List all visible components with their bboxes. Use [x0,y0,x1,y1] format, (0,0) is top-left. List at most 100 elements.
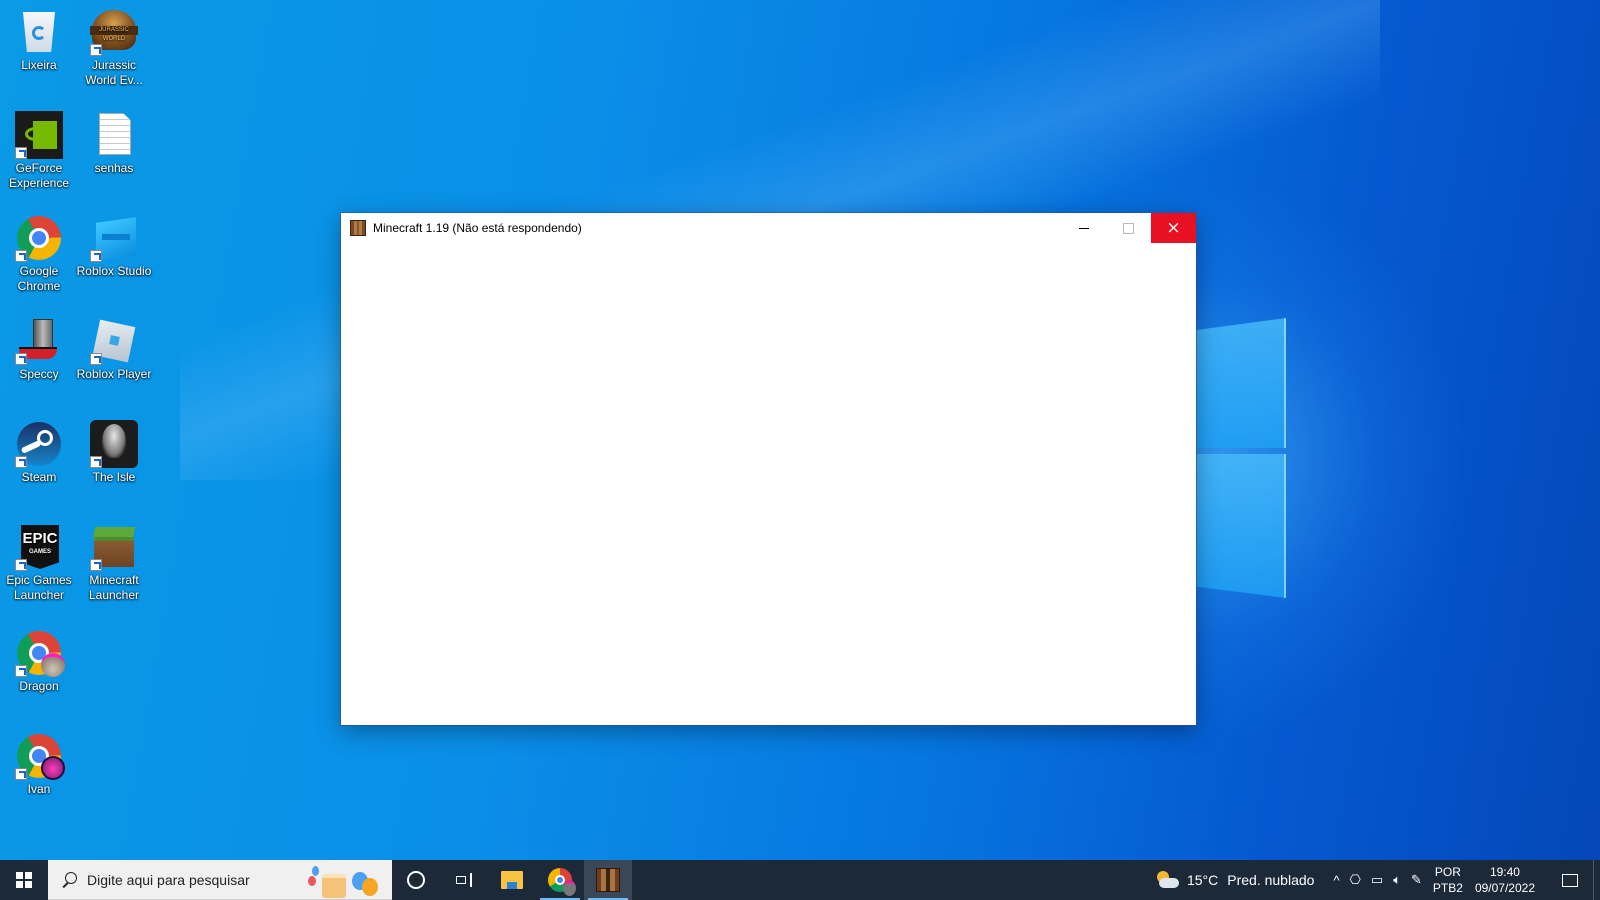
shortcut-arrow-icon [90,559,102,571]
desktop-icon-label: GeForce Experience [8,161,70,190]
desktop-icon-label: Ivan [27,782,51,796]
desktop-icon-label: Steam [21,470,57,484]
desktop-icon-minecraft-launcher[interactable]: Minecraft Launcher [75,519,153,603]
roblox-player-icon [90,317,138,365]
volume-icon[interactable]: 🔈︎ [1393,872,1401,888]
search-box[interactable]: Digite aqui para pesquisar [48,860,392,900]
meet-now-icon[interactable]: ⎔ [1350,872,1361,888]
taskbar-file-explorer[interactable] [488,860,536,900]
desktop-icon-label: Jurassic World Ev... [85,58,143,87]
search-highlight-doodle-icon[interactable] [308,866,384,898]
shortcut-arrow-icon [90,456,102,468]
minecraft-icon [350,220,366,236]
desktop-icon-the-isle[interactable]: The Isle [75,416,153,485]
desktop-icon-ivan[interactable]: Ivan [0,728,78,797]
desktop-icon-label: Roblox Player [76,367,152,381]
desktop-icon-dragon[interactable]: Dragon [0,625,78,694]
chevron-up-icon[interactable]: ^ [1333,873,1339,888]
window-title: Minecraft 1.19 (Não está respondendo) [373,221,582,235]
notification-center-button[interactable] [1547,860,1593,900]
shortcut-arrow-icon [90,353,102,365]
desktop-icon-senhas[interactable]: senhas [75,107,153,176]
file-explorer-icon [501,871,523,889]
task-view-icon [456,873,472,887]
desktop-icon-label: Roblox Studio [76,264,152,278]
steam-icon [15,420,63,468]
shortcut-arrow-icon [15,768,27,780]
task-view-button[interactable] [440,860,488,900]
roblox-studio-icon [90,214,138,262]
jurassic-world-icon: JURASSIC WORLD [90,8,138,56]
desktop-icon-jurassic-world[interactable]: JURASSIC WORLD Jurassic World Ev... [75,4,153,88]
geforce-icon [15,111,63,159]
taskbar-minecraft[interactable] [584,860,632,900]
minecraft-window[interactable]: Minecraft 1.19 (Não está respondendo) × [341,213,1196,725]
window-content [341,243,1196,725]
close-icon: × [1166,217,1181,238]
desktop-icon-label: Minecraft Launcher [88,573,140,602]
partly-cloudy-icon [1155,871,1179,889]
speccy-icon [15,317,63,365]
the-isle-icon [90,420,138,468]
desktop-icon-label: senhas [94,161,134,175]
keyboard-layout: PTB2 [1432,881,1463,895]
desktop-icon-label: Google Chrome [17,264,61,293]
window-titlebar[interactable]: Minecraft 1.19 (Não está respondendo) × [341,213,1196,243]
clock-date: 09/07/2022 [1474,881,1535,895]
shortcut-arrow-icon [90,250,102,262]
desktop-icon-label: Lixeira [21,58,57,72]
taskbar-chrome[interactable] [536,860,584,900]
profile-badge-icon [563,880,576,896]
cortana-button[interactable] [392,860,440,900]
search-icon [61,871,77,888]
desktop-icon-label: Dragon [19,679,59,693]
chrome-icon [15,214,63,262]
pen-icon[interactable]: ✎ [1411,872,1422,888]
notification-icon [1562,873,1578,887]
search-placeholder: Digite aqui para pesquisar [87,871,250,888]
desktop-icon-roblox-player[interactable]: Roblox Player [75,313,153,382]
chrome-icon [548,868,576,896]
weather-widget[interactable]: 15°C Pred. nublado [1155,871,1314,889]
shortcut-arrow-icon [90,44,102,56]
maximize-button[interactable] [1106,213,1151,243]
desktop-icon-epic-games-launcher[interactable]: EPIC GAMES Epic Games Launcher [0,519,78,603]
show-desktop-button[interactable] [1593,860,1600,900]
desktop-icon-lixeira[interactable]: Lixeira [0,4,78,73]
minimize-icon [1078,227,1089,229]
shortcut-arrow-icon [15,665,27,677]
input-language[interactable]: POR PTB2 [1433,864,1463,896]
profile-avatar [41,653,65,677]
desktop-icon-google-chrome[interactable]: Google Chrome [0,210,78,294]
desktop-icon-steam[interactable]: Steam [0,416,78,485]
desktop-icon-geforce-experience[interactable]: GeForce Experience [0,107,78,191]
epic-games-icon: EPIC GAMES [15,523,63,571]
chrome-profile-icon [15,732,65,780]
weather-temp: 15°C [1186,872,1219,888]
shortcut-arrow-icon [15,559,27,571]
desktop-icon-speccy[interactable]: Speccy [0,313,78,382]
desktop-icon-roblox-studio[interactable]: Roblox Studio [75,210,153,279]
taskbar: Digite aqui para pesquisar 15°C Pred. nu… [0,860,1600,900]
shortcut-arrow-icon [15,456,27,468]
shortcut-arrow-icon [15,147,27,159]
chrome-profile-icon [15,629,65,677]
text-file-icon [90,111,138,159]
weather-condition: Pred. nublado [1227,872,1315,888]
maximize-icon [1123,222,1134,234]
language-code: POR [1434,865,1461,879]
shortcut-arrow-icon [15,353,27,365]
windows-logo-icon [16,872,32,888]
profile-avatar [41,756,65,780]
start-button[interactable] [0,860,48,900]
minecraft-icon [596,868,620,892]
minimize-button[interactable] [1061,213,1106,243]
desktop-icon-label: Speccy [19,367,59,381]
network-icon[interactable]: ▭ [1371,872,1383,888]
recycle-bin-icon [15,8,63,56]
system-tray: 15°C Pred. nublado ^ ⎔ ▭ 🔈︎ ✎ POR PTB2 1… [1155,860,1600,900]
clock-time: 19:40 [1489,865,1520,879]
desktop-icon-label: Epic Games Launcher [6,573,72,602]
close-button[interactable]: × [1151,213,1196,243]
clock[interactable]: 19:40 09/07/2022 [1475,864,1535,896]
